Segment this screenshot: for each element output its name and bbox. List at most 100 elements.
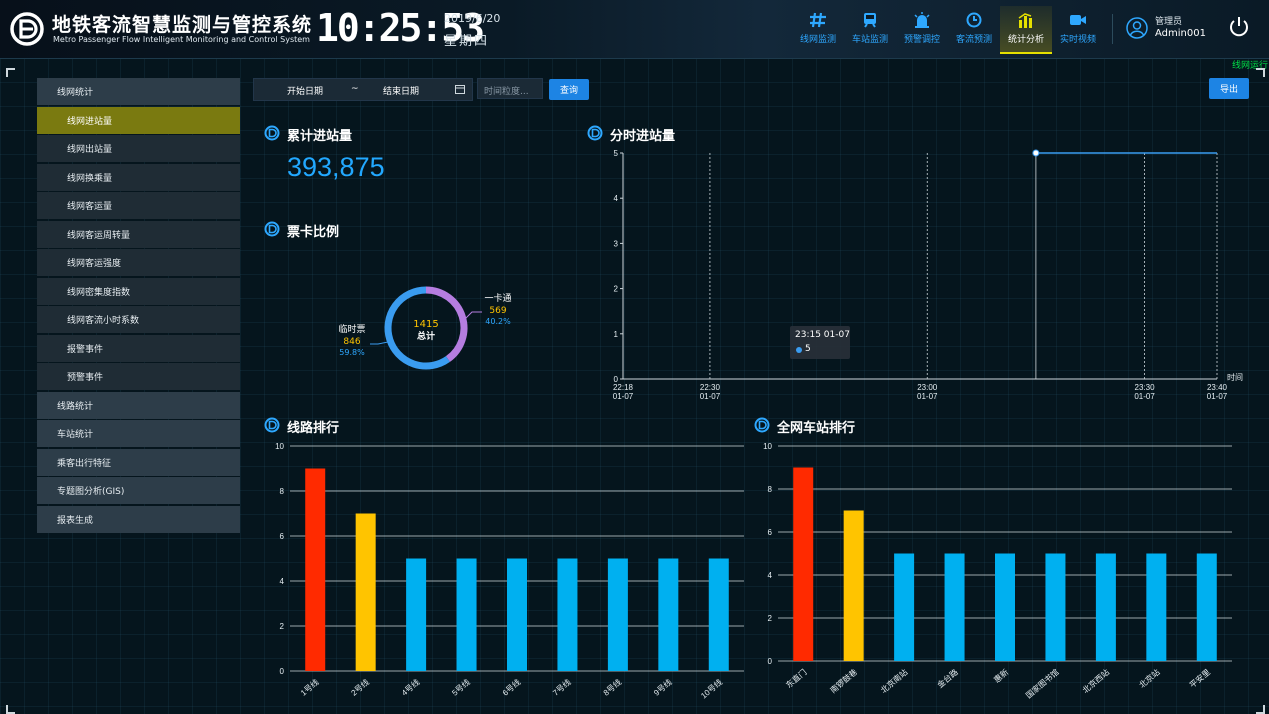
y-tick-label: 10	[275, 442, 284, 451]
sidebar-item[interactable]: 线网出站量	[37, 135, 240, 162]
nav-warning-control[interactable]: 预警调控	[896, 6, 948, 52]
start-date-input[interactable]: 开始日期	[287, 84, 323, 97]
y-tick-label: 6	[280, 532, 285, 541]
sidebar-item[interactable]: 线网进站量	[37, 106, 240, 134]
sidebar-item[interactable]: 线网统计	[37, 78, 240, 105]
cumulative-title: 累计进站量	[287, 129, 353, 144]
alarm-light-icon	[914, 12, 930, 28]
x-tick-label: 6号线	[500, 677, 522, 698]
y-tick-label: 6	[768, 528, 773, 537]
calendar-icon[interactable]	[455, 84, 465, 94]
app-title: 地铁客流智慧监测与管控系统	[52, 14, 313, 36]
x-axis-label: 时间	[1227, 372, 1243, 382]
frame-corner	[6, 68, 15, 77]
nav-flow-forecast[interactable]: 客流预测	[948, 6, 1000, 52]
top-header: 地铁客流智慧监测与管控系统 Metro Passenger Flow Intel…	[0, 0, 1269, 59]
donut-total-label: 总计	[417, 330, 435, 342]
donut-total-value: 1415	[413, 319, 438, 330]
x-tick-label: 北京西站	[1080, 667, 1111, 695]
metro-logo-icon	[10, 12, 44, 46]
user-role: 管理员	[1155, 17, 1183, 27]
query-button[interactable]: 查询	[549, 79, 589, 100]
ticket-donut-chart: 1415总计 一卡通 56940.2% 临时票 84659.8%	[338, 286, 512, 370]
date-range-picker[interactable]: 开始日期 ~ 结束日期	[253, 78, 473, 101]
x-tick-date: 01-07	[917, 392, 938, 401]
y-tick-label: 4	[768, 571, 773, 580]
date-separator: ~	[351, 84, 359, 94]
x-tick-time: 23:40	[1207, 383, 1228, 392]
frame-corner	[1256, 705, 1265, 714]
sidebar-item[interactable]: 线网客运周转量	[37, 220, 240, 248]
tooltip-value: 5	[805, 344, 811, 354]
x-tick-time: 23:30	[1135, 383, 1156, 392]
x-tick-label: 8号线	[601, 677, 623, 698]
x-tick-date: 01-07	[700, 392, 721, 401]
sidebar-item[interactable]: 车站统计	[37, 420, 240, 447]
x-tick-label: 南锣鼓巷	[828, 667, 859, 695]
granularity-select[interactable]: 时间粒度...	[477, 78, 543, 99]
x-tick-label: 10号线	[699, 677, 725, 700]
frame-corner	[1256, 68, 1265, 77]
x-tick-label: 金台路	[935, 667, 960, 690]
y-tick-label: 3	[614, 239, 619, 248]
nav-live-video[interactable]: 实时视频	[1052, 6, 1104, 52]
y-tick-label: 4	[280, 577, 285, 586]
nav-station-monitor[interactable]: 车站监测	[844, 6, 896, 52]
nav-statistics[interactable]: 统计分析	[1000, 6, 1052, 54]
app-subtitle: Metro Passenger Flow Intelligent Monitor…	[53, 35, 310, 44]
sidebar-menu: 线网统计 线网进站量 线网出站量 线网换乘量 线网客运量 线网客运周转量 线网客运强度 线网密…	[37, 78, 240, 534]
timeline-title: 分时进站量	[610, 129, 676, 144]
current-weekday: 星期四	[444, 34, 490, 49]
x-tick-date: 01-07	[613, 392, 634, 401]
x-tick-label: 惠新	[992, 667, 1011, 685]
sidebar-item[interactable]: 乘客出行特征	[37, 448, 240, 476]
bar	[406, 558, 427, 671]
x-tick-label: 9号线	[652, 677, 674, 698]
bar	[1196, 553, 1217, 661]
section-logo-icon	[754, 417, 770, 433]
nav-network-monitor[interactable]: 线网监测	[792, 6, 844, 52]
frame-corner	[6, 705, 15, 714]
y-tick-label: 4	[614, 194, 619, 203]
section-logo-icon	[264, 221, 280, 237]
data-point	[1032, 149, 1040, 157]
cumulative-value: 393,875	[287, 152, 385, 182]
x-tick-time: 22:30	[700, 383, 721, 392]
donut-label-value: 846	[343, 337, 360, 347]
sidebar-item[interactable]: 报警事件	[37, 334, 240, 362]
user-avatar-icon[interactable]	[1126, 17, 1148, 39]
ticket-ratio-title: 票卡比例	[287, 225, 340, 240]
nav-label: 线网监测	[799, 35, 836, 45]
end-date-input[interactable]: 结束日期	[383, 84, 419, 97]
sidebar-item[interactable]: 线网客运强度	[37, 249, 240, 276]
sidebar-item[interactable]: 线网客运量	[37, 192, 240, 219]
sidebar-item[interactable]: 线网密集度指数	[37, 277, 240, 305]
sidebar-item[interactable]: 专题图分析(GIS)	[37, 477, 240, 504]
section-logo-icon	[587, 125, 603, 141]
y-tick-label: 2	[768, 614, 773, 623]
sidebar-item[interactable]: 线网客流小时系数	[37, 306, 240, 333]
donut-label-line	[463, 311, 482, 321]
bar	[456, 558, 477, 671]
bar	[944, 553, 965, 661]
power-icon[interactable]	[1227, 15, 1251, 39]
clock-icon	[966, 12, 982, 28]
donut-label-value: 569	[489, 306, 506, 316]
donut-label-percent: 40.2%	[485, 317, 511, 326]
sidebar-item[interactable]: 线网换乘量	[37, 163, 240, 191]
sidebar-item[interactable]: 报表生成	[37, 505, 240, 533]
bar	[995, 553, 1015, 661]
chart-tooltip: 23:15 01-07 5	[790, 326, 850, 359]
sidebar-item[interactable]: 线路统计	[37, 391, 240, 419]
timeline-line-chart: 01234522:1801-0722:3001-0723:0001-0723:3…	[613, 149, 1243, 401]
y-tick-label: 2	[614, 285, 619, 294]
x-tick-label: 国家图书馆	[1024, 667, 1061, 700]
y-tick-label: 5	[614, 149, 619, 158]
video-camera-icon	[1070, 15, 1086, 25]
sidebar-item[interactable]: 预警事件	[37, 363, 240, 390]
y-tick-label: 8	[768, 485, 773, 494]
y-tick-label: 10	[763, 442, 772, 451]
bar	[1045, 553, 1066, 661]
bar	[708, 558, 729, 671]
export-button[interactable]: 导出	[1209, 78, 1249, 99]
